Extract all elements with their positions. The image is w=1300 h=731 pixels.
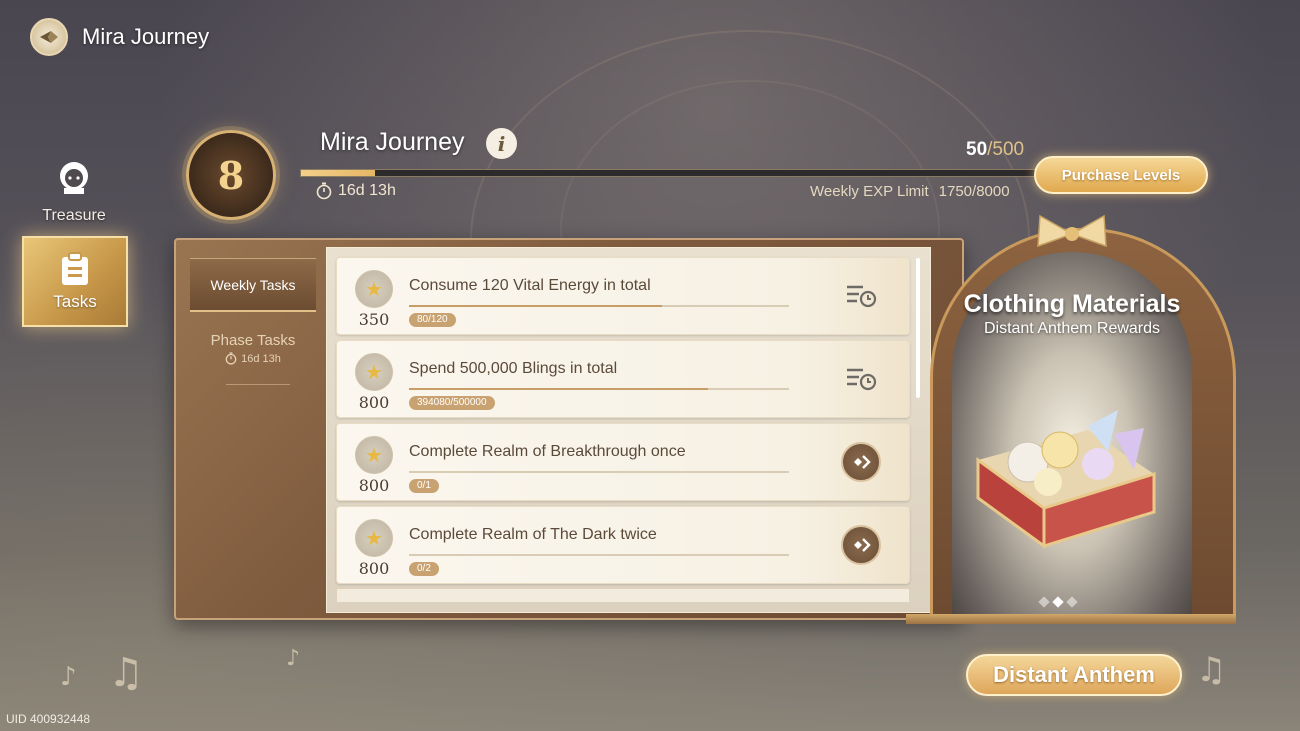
exp-progress-fill xyxy=(301,170,375,176)
phase-timer: 16d 13h xyxy=(190,352,316,365)
task-reward-amount: 350 xyxy=(358,310,390,329)
music-note-icon: ♪ xyxy=(60,662,77,692)
weekly-limit-value: 1750/8000 xyxy=(938,183,1010,200)
task-row: ★ 800 Spend 500,000 Blings in total 3940… xyxy=(336,340,910,418)
clipboard-icon xyxy=(62,251,88,285)
purchase-levels-button[interactable]: Purchase Levels xyxy=(1034,156,1208,194)
nav-tasks-label: Tasks xyxy=(53,291,97,311)
reward-subtitle: Distant Anthem Rewards xyxy=(983,320,1161,337)
reward-title: Clothing Materials xyxy=(963,290,1181,318)
task-progress-text: 0/2 xyxy=(409,562,439,576)
star-reward-icon: ★ xyxy=(355,353,393,391)
exp-current: 50 xyxy=(966,139,988,160)
weekly-limit-label: Weekly EXP Limit xyxy=(810,183,929,200)
bow-ornament-icon xyxy=(1037,214,1107,248)
task-row: ★ 800 Complete Realm of The Dark twice 0… xyxy=(336,506,910,584)
task-progress-text: 80/120 xyxy=(409,313,456,327)
stopwatch-icon xyxy=(316,182,332,200)
task-progress-text: 394080/500000 xyxy=(409,396,495,410)
reward-pager[interactable] xyxy=(1038,596,1078,608)
tab-phase-label: Phase Tasks xyxy=(210,332,296,349)
task-row: ★ 800 Complete Realm of Breakthrough onc… xyxy=(336,423,910,501)
task-title: Complete Realm of Breakthrough once xyxy=(409,443,686,460)
compass-back-icon xyxy=(40,31,58,43)
task-progress-bar xyxy=(409,554,789,556)
treasure-box-icon xyxy=(976,410,1156,549)
music-note-icon: ♫ xyxy=(1196,650,1227,690)
back-button[interactable] xyxy=(30,18,68,56)
star-reward-icon: ★ xyxy=(355,270,393,308)
tab-divider xyxy=(226,384,290,385)
pager-dot[interactable] xyxy=(1066,596,1078,608)
star-reward-icon: ★ xyxy=(355,436,393,474)
exp-progress-bar xyxy=(300,169,1038,177)
music-note-icon: ♪ xyxy=(286,646,301,671)
go-button[interactable] xyxy=(841,442,881,482)
task-title: Spend 500,000 Blings in total xyxy=(409,360,618,377)
tab-phase-tasks[interactable]: Phase Tasks 16d 13h xyxy=(190,332,316,365)
pager-dot-active[interactable] xyxy=(1052,596,1064,608)
tab-weekly-tasks[interactable]: Weekly Tasks xyxy=(190,258,316,312)
exp-value: 50/500 xyxy=(966,139,1024,161)
star-reward-icon: ★ xyxy=(355,519,393,557)
go-arrow-icon xyxy=(841,525,881,565)
in-progress-icon xyxy=(841,359,881,399)
task-title: Complete Realm of The Dark twice xyxy=(409,526,657,543)
nav-tasks[interactable]: Tasks xyxy=(22,236,128,327)
task-progress-bar xyxy=(409,388,789,390)
weekly-exp-limit: Weekly EXP Limit 1750/8000 xyxy=(810,183,1010,200)
header: Mira Journey xyxy=(30,18,209,56)
header-title: Mira Journey xyxy=(82,24,210,49)
level-number: 8 xyxy=(217,152,245,198)
go-button[interactable] xyxy=(841,525,881,565)
go-arrow-icon xyxy=(841,442,881,482)
level-medallion: 8 xyxy=(186,130,276,220)
phase-timer-text: 16d 13h xyxy=(241,352,281,365)
journey-timer-text: 16d 13h xyxy=(338,182,396,199)
task-row: ★ 350 Consume 120 Vital Energy in total … xyxy=(336,257,910,335)
task-progress-bar xyxy=(409,305,789,307)
task-progress-fill xyxy=(409,388,709,390)
journey-title: Mira Journey xyxy=(320,128,465,156)
treasure-icon xyxy=(60,162,88,194)
task-progress-text: 0/1 xyxy=(409,479,439,493)
task-row-partial xyxy=(336,588,910,602)
task-reward-amount: 800 xyxy=(358,559,390,578)
task-title: Consume 120 Vital Energy in total xyxy=(409,277,651,294)
exp-max: /500 xyxy=(987,139,1025,160)
task-list-scrollbar[interactable] xyxy=(916,258,920,398)
in-progress-icon xyxy=(841,276,881,316)
distant-anthem-button[interactable]: Distant Anthem xyxy=(966,654,1182,696)
info-button[interactable]: i xyxy=(486,128,517,159)
task-reward-amount: 800 xyxy=(358,476,390,495)
nav-treasure[interactable]: Treasure xyxy=(36,158,112,225)
nav-treasure-label: Treasure xyxy=(42,207,106,224)
arch-base xyxy=(906,614,1236,624)
pager-dot[interactable] xyxy=(1038,596,1050,608)
task-progress-bar xyxy=(409,471,789,473)
music-note-icon: ♫ xyxy=(108,650,144,696)
task-reward-amount: 800 xyxy=(358,393,390,412)
journey-timer: 16d 13h xyxy=(316,182,396,200)
task-progress-fill xyxy=(409,305,663,307)
user-id: UID 400932448 xyxy=(6,712,91,726)
stopwatch-icon xyxy=(225,352,237,365)
